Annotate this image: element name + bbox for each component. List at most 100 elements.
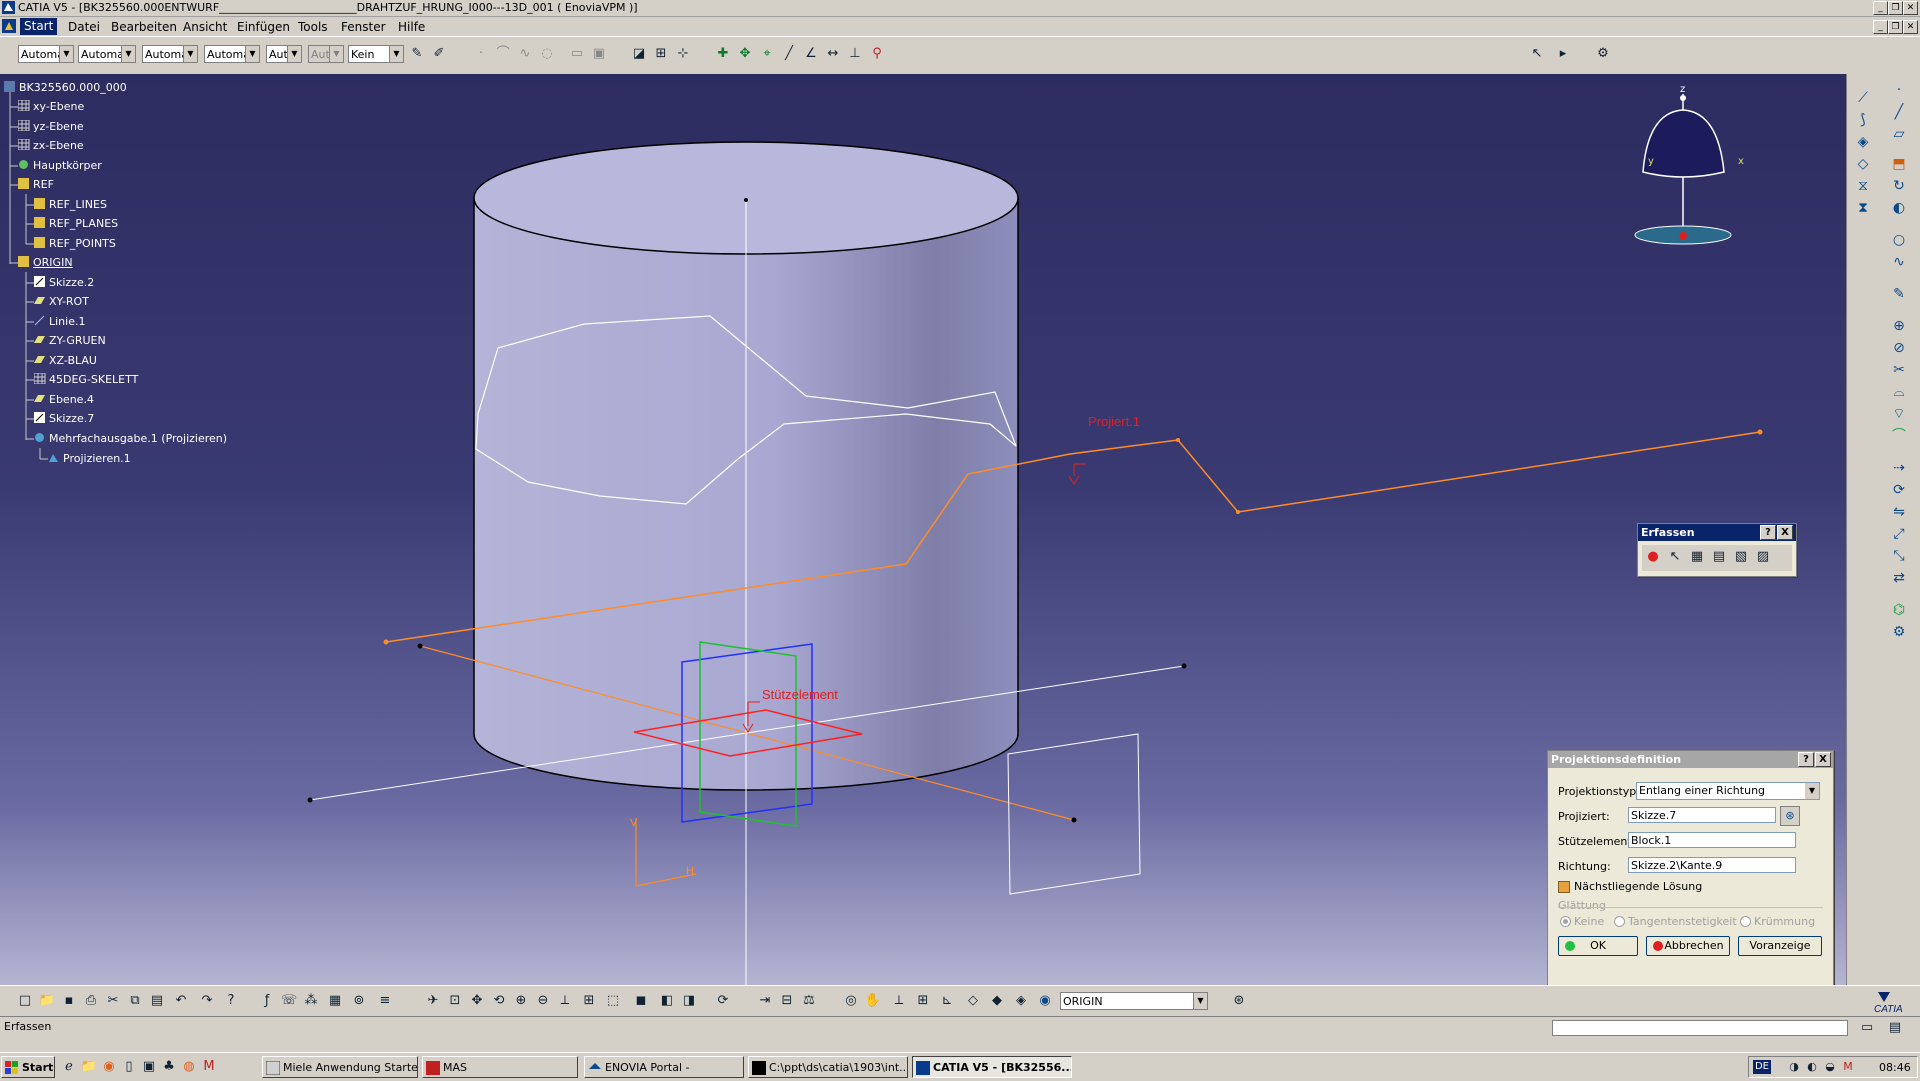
cut-icon[interactable]: ✂ bbox=[104, 992, 122, 1010]
loft-icon[interactable]: ◇ bbox=[1853, 154, 1873, 174]
tree-item-xz-blau[interactable]: XZ-BLAU bbox=[34, 354, 97, 368]
projection-type-select[interactable]: Entlang einer Richtung ▼ bbox=[1636, 782, 1820, 800]
line-tool-2-icon[interactable]: ╱ bbox=[1889, 102, 1909, 122]
line-thickness-combo[interactable]: Automa ▼ bbox=[78, 45, 136, 63]
tree-item-skizze-2[interactable]: Skizze.2 bbox=[34, 276, 94, 290]
angle-icon[interactable]: ∠ bbox=[802, 45, 820, 63]
measure-icon[interactable]: ▭ bbox=[568, 45, 586, 63]
law-icon[interactable]: ⌬ bbox=[1889, 600, 1909, 620]
spline-tool-icon[interactable]: ∿ bbox=[1889, 252, 1909, 272]
redo-icon[interactable]: ↷ bbox=[198, 992, 216, 1010]
tree-item-projizieren-1[interactable]: Projizieren.1 bbox=[48, 452, 131, 466]
sketcher-icon[interactable]: ◎ bbox=[842, 992, 860, 1010]
tree-item-ref[interactable]: REF bbox=[18, 178, 54, 192]
dialog-close-button[interactable]: X bbox=[1815, 752, 1831, 767]
nearest-checkbox[interactable] bbox=[1558, 881, 1570, 893]
direction-field[interactable]: Skizze.2\Kante.9 bbox=[1628, 857, 1796, 873]
tree-item-yz-plane[interactable]: yz-Ebene bbox=[18, 120, 84, 134]
fly-mode-icon[interactable]: ✈ bbox=[424, 992, 442, 1010]
paste-icon[interactable]: ▤ bbox=[148, 992, 166, 1010]
quicklaunch-explorer-icon[interactable]: 📁 bbox=[80, 1058, 98, 1076]
start-button[interactable]: Start bbox=[1, 1056, 55, 1078]
select-icon[interactable]: ↖ bbox=[1666, 548, 1684, 566]
curve-icon[interactable]: ◌ bbox=[538, 45, 556, 63]
swap-visible-icon[interactable]: ◈ bbox=[1012, 992, 1030, 1010]
menu-hilfe[interactable]: Hilfe bbox=[398, 20, 425, 34]
task-mas[interactable]: MAS bbox=[422, 1056, 578, 1078]
grid-snap-icon[interactable]: ⊞ bbox=[914, 992, 932, 1010]
print-icon[interactable]: ⎙ bbox=[82, 992, 100, 1010]
define-object-icon[interactable]: ◆ bbox=[988, 992, 1006, 1010]
quicklaunch-mail-icon[interactable]: M bbox=[200, 1058, 218, 1076]
quicklaunch-app-icon[interactable]: ▣ bbox=[140, 1058, 158, 1076]
scale-icon[interactable]: ⤢ bbox=[1889, 524, 1909, 544]
axis-icon[interactable]: ⟂ bbox=[890, 992, 908, 1010]
fill-icon[interactable]: ◈ bbox=[1853, 132, 1873, 152]
camera-icon[interactable]: ▤ bbox=[1710, 548, 1728, 566]
measure-item-icon[interactable]: ⊟ bbox=[778, 992, 796, 1010]
properties-icon[interactable]: ✐ bbox=[430, 45, 448, 63]
axis-to-axis-icon[interactable]: ⇄ bbox=[1889, 568, 1909, 588]
compass-icon[interactable]: ⌖ bbox=[758, 45, 776, 63]
catalog-icon[interactable]: ⊚ bbox=[350, 992, 368, 1010]
compare-icon[interactable]: ▣ bbox=[590, 45, 608, 63]
tree-item-45deg-skelett[interactable]: 45DEG-SKELETT bbox=[34, 373, 138, 387]
origin-combo[interactable]: ORIGIN ▼ bbox=[1060, 992, 1208, 1010]
menu-bearbeiten[interactable]: Bearbeiten bbox=[111, 20, 177, 34]
affinity-icon[interactable]: ⤡ bbox=[1889, 546, 1909, 566]
smooth-none-radio[interactable] bbox=[1560, 916, 1571, 927]
line-tool-icon[interactable]: ╱ bbox=[780, 45, 798, 63]
split-icon[interactable]: ⊘ bbox=[1889, 338, 1909, 358]
tree-item-ref-lines[interactable]: REF_LINES bbox=[34, 198, 107, 212]
point-tool-icon[interactable]: · bbox=[1889, 80, 1909, 100]
tree-item-zx-plane[interactable]: zx-Ebene bbox=[18, 139, 84, 153]
new-icon[interactable]: □ bbox=[16, 992, 34, 1010]
constraints-icon[interactable]: ⊾ bbox=[938, 992, 956, 1010]
spline-icon[interactable]: ∿ bbox=[516, 45, 534, 63]
erfassen-help-button[interactable]: ? bbox=[1760, 525, 1776, 540]
tree-item-ebene-4[interactable]: Ebene.4 bbox=[34, 393, 94, 407]
tree-item-hauptkoerper[interactable]: Hauptkörper bbox=[18, 159, 102, 173]
tree-item-xy-rot[interactable]: XY-ROT bbox=[34, 295, 89, 309]
expand-arrow-icon[interactable]: ▸ bbox=[1554, 45, 1572, 63]
circle-icon[interactable]: ○ bbox=[1889, 230, 1909, 250]
hide-show-icon[interactable]: ◧ bbox=[658, 992, 676, 1010]
shading-icon[interactable]: ◼ bbox=[632, 992, 650, 1010]
select-arrow-icon[interactable]: ↖ bbox=[1528, 45, 1546, 63]
revolve-icon[interactable]: ↻ bbox=[1889, 176, 1909, 196]
layer-name-combo[interactable]: Kein ▼ bbox=[348, 45, 404, 63]
cancel-button[interactable]: Abbrechen bbox=[1646, 936, 1730, 956]
quicklaunch-tree-icon[interactable]: ♣ bbox=[160, 1058, 178, 1076]
translate-icon[interactable]: ⇢ bbox=[1889, 458, 1909, 478]
tree-item-zy-gruen[interactable]: ZY-GRUEN bbox=[34, 334, 106, 348]
sphere-icon[interactable]: ◐ bbox=[1889, 198, 1909, 218]
tree-item-ref-planes[interactable]: REF_PLANES bbox=[34, 217, 118, 231]
doc-restore-button[interactable]: ❐ bbox=[1888, 20, 1903, 34]
tree-item-linie-1[interactable]: Linie.1 bbox=[34, 315, 85, 329]
smooth-curvature-radio[interactable] bbox=[1740, 916, 1751, 927]
open-icon[interactable]: 📁 bbox=[38, 992, 56, 1010]
line-type-combo[interactable]: Automa ▼ bbox=[142, 45, 198, 63]
tray-volume-icon[interactable]: ◐ bbox=[1803, 1058, 1821, 1076]
preview-button[interactable]: Voranzeige bbox=[1738, 936, 1822, 956]
dialog-help-button[interactable]: ? bbox=[1798, 752, 1814, 767]
comment-icon[interactable]: ☏ bbox=[280, 992, 298, 1010]
tree-item-origin[interactable]: ORIGIN bbox=[18, 256, 73, 270]
parameter-icon[interactable]: ≡ bbox=[376, 992, 394, 1010]
projected-field[interactable]: Skizze.7 bbox=[1628, 807, 1776, 823]
menu-tools[interactable]: Tools bbox=[298, 20, 328, 34]
normal-view-icon[interactable]: ⟂ bbox=[556, 992, 574, 1010]
capture-icon[interactable]: ▦ bbox=[1688, 548, 1706, 566]
sketch-tool-icon[interactable]: ✎ bbox=[1889, 284, 1909, 304]
record-icon[interactable]: ● bbox=[1644, 548, 1662, 566]
extrude-icon[interactable]: ⬒ bbox=[1889, 154, 1909, 174]
point-icon[interactable]: · bbox=[472, 45, 490, 63]
table-icon[interactable]: ▦ bbox=[326, 992, 344, 1010]
painter-icon[interactable]: ✎ bbox=[408, 45, 426, 63]
arc-icon[interactable]: ⌒ bbox=[494, 45, 512, 63]
rule-icon[interactable]: ⁂ bbox=[302, 992, 320, 1010]
trim-icon[interactable]: ✂ bbox=[1889, 360, 1909, 380]
swap-space-icon[interactable]: ◨ bbox=[680, 992, 698, 1010]
boundary-icon[interactable]: ⌓ bbox=[1889, 382, 1909, 402]
album-icon[interactable]: ▨ bbox=[1754, 548, 1772, 566]
